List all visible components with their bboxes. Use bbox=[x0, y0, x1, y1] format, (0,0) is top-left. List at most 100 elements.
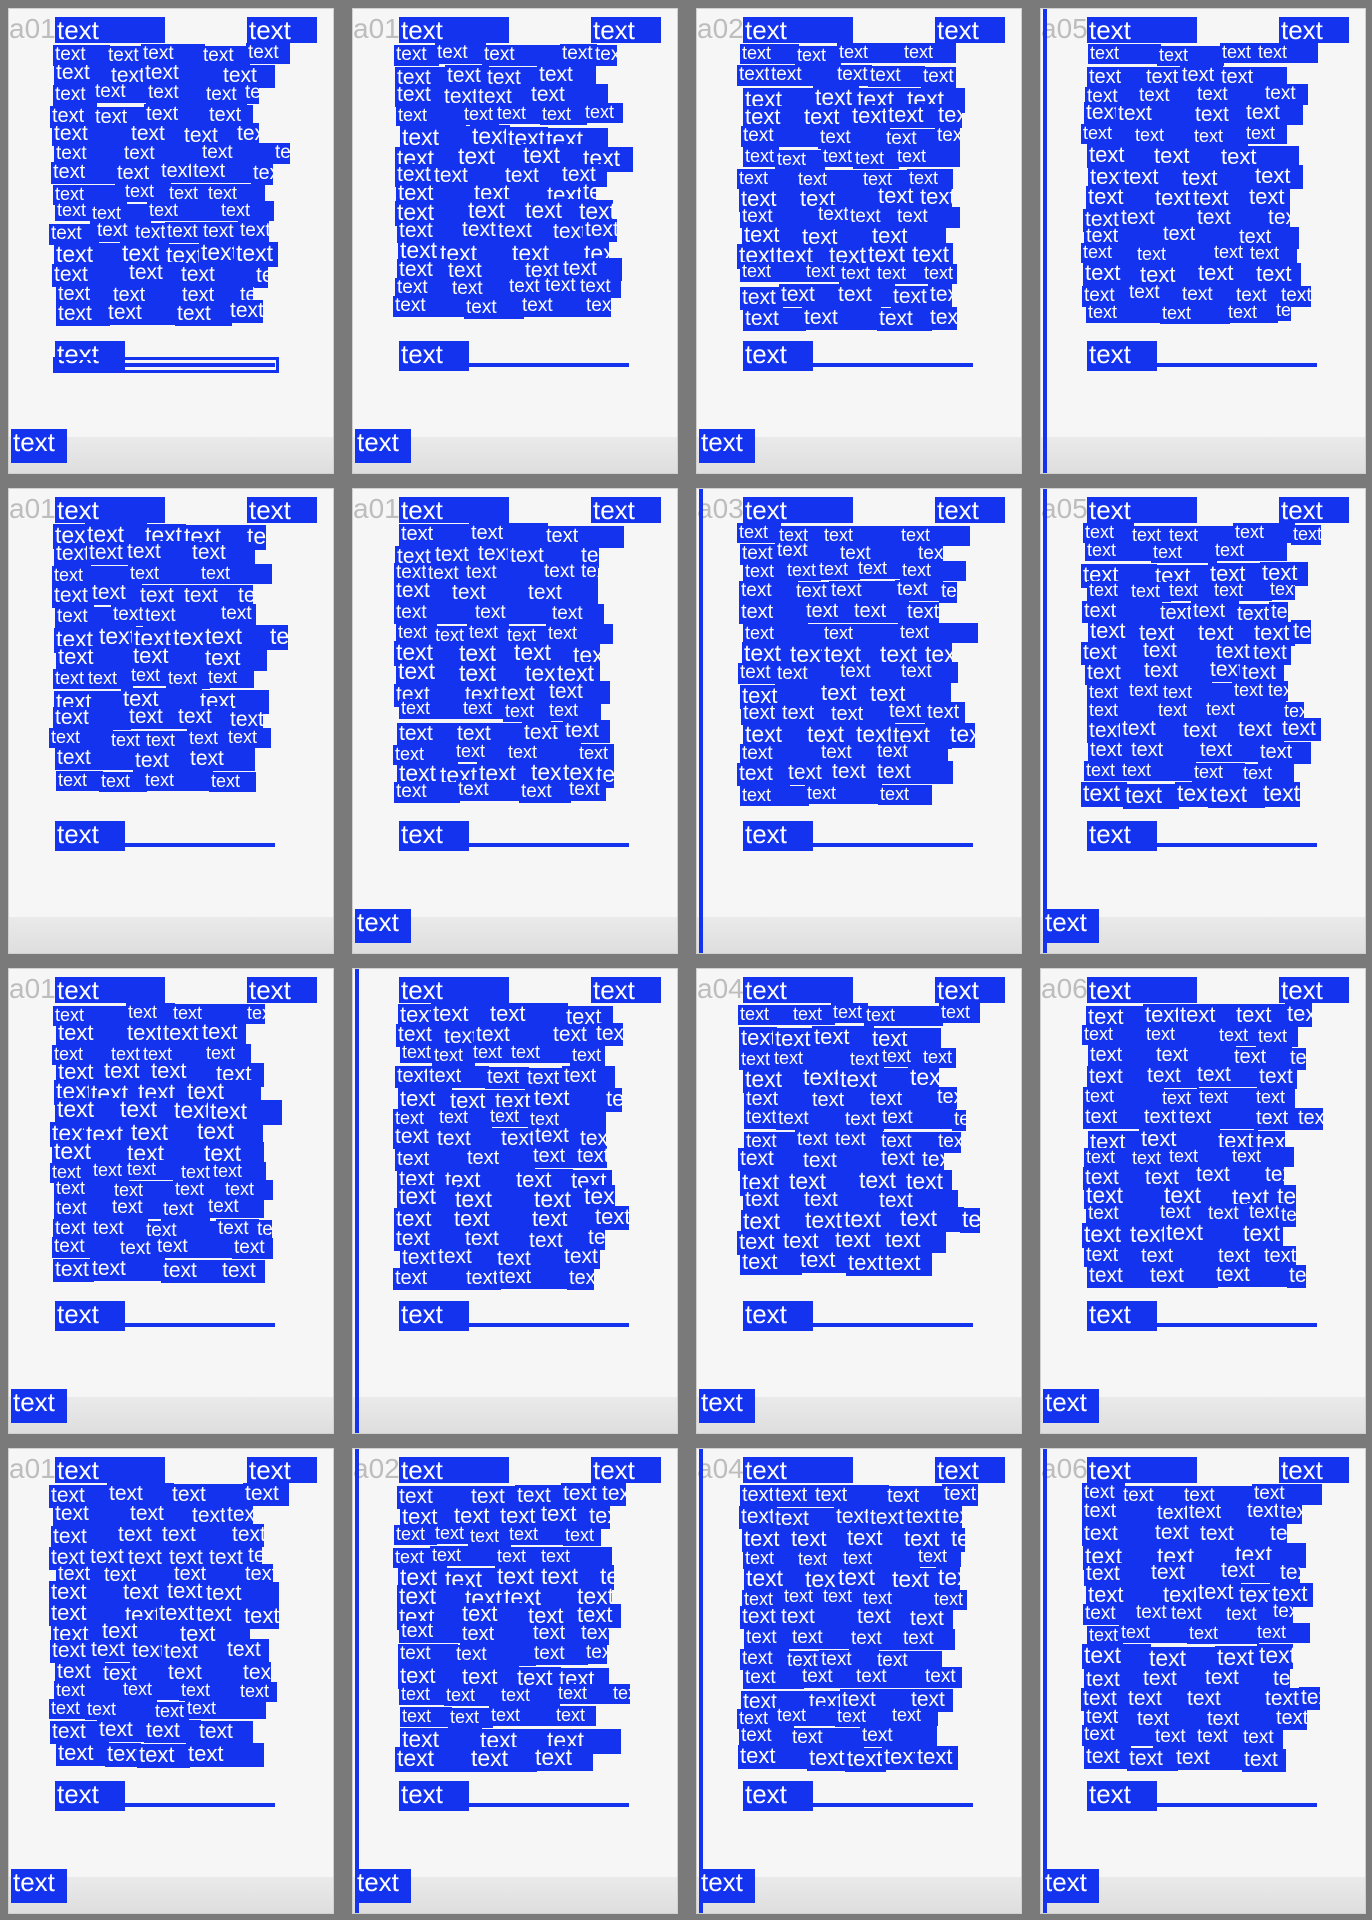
text-box: text bbox=[1261, 782, 1300, 807]
text-box: text bbox=[1083, 1087, 1164, 1107]
text-box: text bbox=[485, 1067, 529, 1089]
text-box: text bbox=[225, 1639, 269, 1662]
text-box: text bbox=[923, 1667, 962, 1688]
signature-box bbox=[53, 357, 279, 373]
text-box: text bbox=[186, 1743, 264, 1767]
text-box: text bbox=[593, 45, 617, 66]
text-box: text bbox=[837, 43, 906, 63]
text-box: text bbox=[144, 1720, 201, 1743]
text-box: text bbox=[129, 123, 186, 146]
text-box: text bbox=[1263, 1164, 1284, 1187]
text-box: text bbox=[201, 222, 242, 243]
page-id: a03 bbox=[697, 493, 744, 524]
text-box: text bbox=[830, 761, 879, 784]
text-box: text bbox=[1043, 1389, 1099, 1423]
text-box: text bbox=[579, 562, 598, 583]
text-box: text bbox=[482, 45, 564, 66]
text-box: text bbox=[11, 1869, 67, 1903]
document-page: a01texttexttexttexttexttexttexttexttextt… bbox=[352, 8, 678, 474]
text-box: text bbox=[1043, 909, 1099, 943]
signature-line bbox=[1157, 843, 1317, 847]
text-box: text bbox=[125, 541, 194, 564]
text-box: text bbox=[1279, 497, 1349, 523]
text-box: text bbox=[51, 162, 119, 184]
text-box: text bbox=[399, 821, 469, 851]
text-box: text bbox=[496, 220, 555, 243]
text-box: text bbox=[90, 1258, 165, 1281]
text-box: text bbox=[875, 761, 953, 784]
text-box: text bbox=[839, 264, 879, 284]
text-box: text bbox=[211, 1162, 266, 1182]
text-box: text bbox=[1133, 126, 1196, 146]
page-id: a01 bbox=[353, 13, 400, 44]
text-box: text bbox=[739, 1027, 777, 1051]
text-box: text bbox=[454, 1645, 536, 1666]
text-box: text bbox=[883, 1229, 946, 1253]
text-box: text bbox=[575, 1146, 607, 1168]
page-edge-mark bbox=[1043, 9, 1047, 473]
signature-line bbox=[125, 843, 275, 847]
text-box: text bbox=[176, 706, 232, 729]
text-box: text bbox=[887, 701, 929, 723]
text-box: text bbox=[554, 1706, 596, 1726]
text-box: text bbox=[1087, 581, 1133, 601]
document-page: a04 text text text text text text text text text t… bbox=[696, 968, 1022, 1434]
document-page: a03 text text text text text text text text text t… bbox=[696, 488, 1022, 954]
text-box: text bbox=[226, 728, 271, 748]
text-box: text bbox=[925, 702, 965, 724]
text-box: text bbox=[1185, 1688, 1267, 1711]
text-box: text bbox=[519, 782, 571, 803]
text-box: text bbox=[1195, 1727, 1245, 1748]
text-box: text bbox=[1160, 1089, 1201, 1109]
text-box: text bbox=[395, 1066, 431, 1088]
text-box: text bbox=[162, 1641, 229, 1664]
text-box: text bbox=[1081, 243, 1139, 263]
text-box: text bbox=[398, 1644, 458, 1665]
text-box: text bbox=[817, 560, 860, 580]
text-box: text bbox=[807, 1747, 849, 1771]
signature-line bbox=[813, 363, 973, 367]
text-box: text bbox=[849, 1629, 905, 1650]
text-box: text bbox=[54, 1681, 125, 1701]
text-box: text bbox=[560, 44, 597, 65]
signature-line bbox=[1157, 1803, 1317, 1807]
text-box: text bbox=[56, 1022, 129, 1046]
text-box: text bbox=[1255, 1623, 1310, 1643]
text-box: text bbox=[469, 523, 548, 545]
text-box: text bbox=[1187, 1502, 1249, 1524]
text-box: text bbox=[699, 1869, 755, 1903]
document-page: a01texttexttexttexttexttexttexttexttextt… bbox=[8, 968, 334, 1434]
text-box: text bbox=[743, 562, 789, 582]
text-box: text bbox=[891, 286, 932, 309]
text-box: text bbox=[1296, 1108, 1323, 1130]
text-box: text bbox=[898, 623, 978, 643]
text-box: text bbox=[399, 1457, 509, 1483]
document-grid: a01 text text text text text text text text text t… bbox=[0, 0, 1372, 1920]
text-box: text bbox=[1151, 543, 1217, 563]
text-box: text bbox=[185, 1699, 266, 1719]
text-box: text bbox=[836, 284, 895, 307]
text-box: text bbox=[1180, 65, 1223, 87]
text-box: text bbox=[1274, 1708, 1307, 1730]
text-box: text bbox=[935, 17, 1005, 43]
text-box: text bbox=[232, 1238, 273, 1259]
text-box: text bbox=[435, 43, 486, 64]
text-box: text bbox=[191, 161, 255, 183]
text-box: text bbox=[531, 1623, 583, 1645]
page-id: a06 bbox=[1041, 973, 1088, 1004]
text-box: text bbox=[355, 909, 411, 943]
text-box: text bbox=[563, 1526, 601, 1546]
text-box: text bbox=[200, 1021, 246, 1045]
text-box: text bbox=[804, 262, 843, 282]
text-box: text bbox=[829, 581, 899, 602]
text-box: text bbox=[437, 1108, 492, 1128]
text-box: text bbox=[1233, 523, 1295, 543]
text-box: text bbox=[123, 182, 171, 202]
text-box: text bbox=[1120, 718, 1185, 741]
text-box: text bbox=[129, 666, 170, 686]
text-box: text bbox=[790, 1628, 853, 1649]
page-id: a05 bbox=[1041, 493, 1088, 524]
text-box: text bbox=[738, 1005, 795, 1025]
text-box: text bbox=[890, 1706, 938, 1726]
page-id: a04 bbox=[697, 973, 744, 1004]
